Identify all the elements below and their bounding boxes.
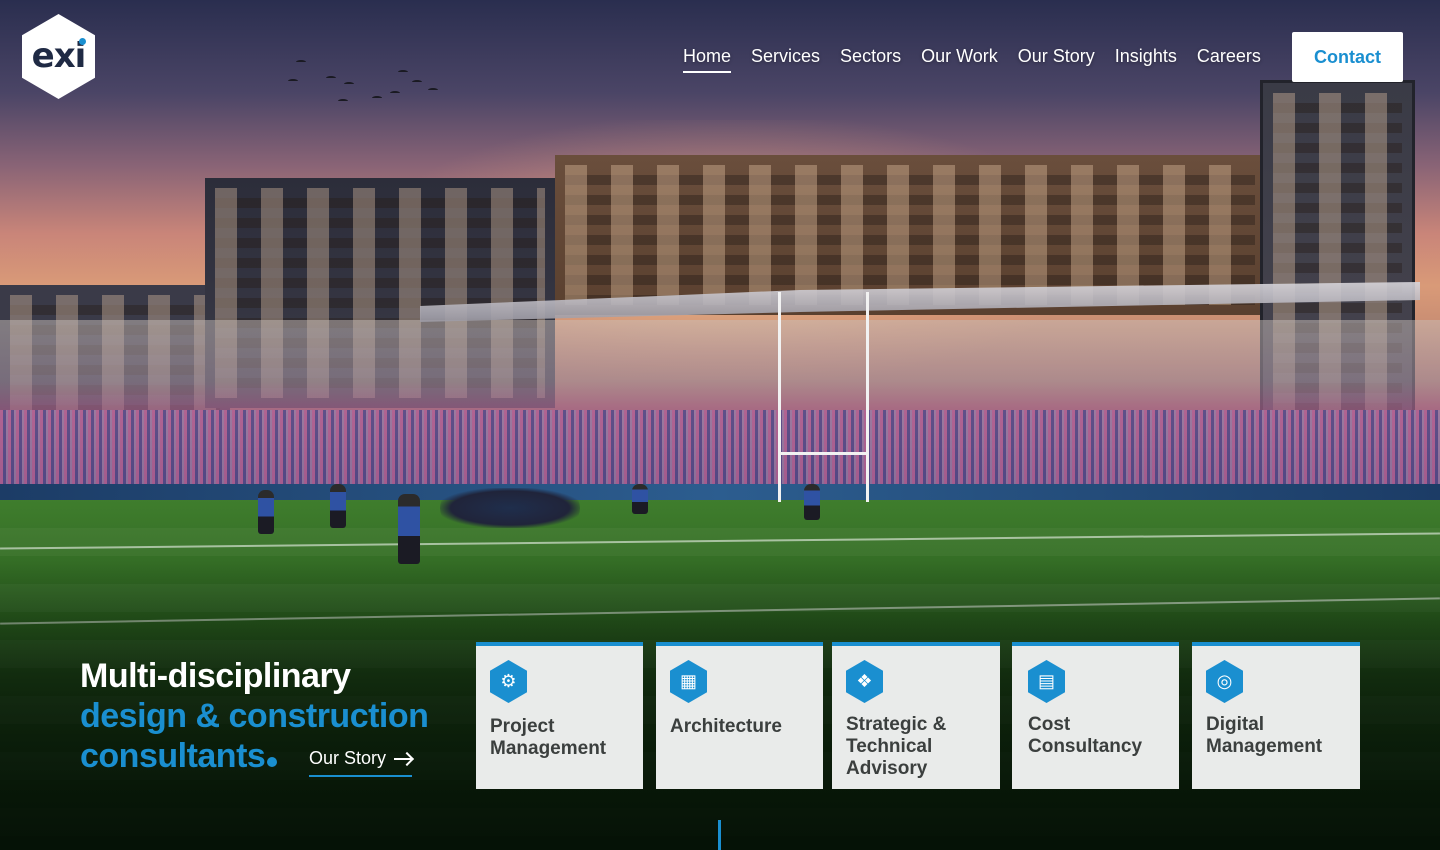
bird-icon bbox=[338, 99, 348, 103]
our-story-label: Our Story bbox=[309, 748, 387, 768]
nav-careers[interactable]: Careers bbox=[1197, 46, 1261, 73]
scrum bbox=[440, 488, 580, 528]
service-card-project-management[interactable]: ⚙ Project Management bbox=[476, 642, 643, 789]
bird-icon bbox=[412, 80, 422, 84]
scroll-down-indicator[interactable] bbox=[718, 820, 721, 850]
logo-dot bbox=[79, 38, 86, 45]
contact-button[interactable]: Contact bbox=[1292, 32, 1403, 82]
bird-icon bbox=[428, 88, 438, 92]
headline-line-2: design & construction bbox=[80, 697, 429, 735]
service-card-digital-management[interactable]: ◎ Digital Management bbox=[1192, 642, 1360, 789]
player bbox=[258, 490, 274, 534]
card-label: Architecture bbox=[670, 716, 782, 737]
player bbox=[398, 494, 420, 564]
service-card-architecture[interactable]: ▦ Architecture bbox=[656, 642, 823, 789]
crowd bbox=[0, 410, 1440, 490]
puzzle-icon: ❖ bbox=[846, 660, 883, 703]
nav-our-work[interactable]: Our Work bbox=[921, 46, 998, 73]
goal-post bbox=[778, 292, 781, 502]
globe-icon: ◎ bbox=[1206, 660, 1243, 703]
main-nav: Home Services Sectors Our Work Our Story… bbox=[683, 46, 1281, 73]
goal-crossbar bbox=[778, 452, 869, 455]
bird-icon bbox=[390, 91, 400, 95]
bird-icon bbox=[326, 76, 336, 80]
goal-post bbox=[866, 292, 869, 502]
nav-services[interactable]: Services bbox=[751, 46, 820, 73]
cubes-icon: ▦ bbox=[670, 660, 707, 703]
nav-insights[interactable]: Insights bbox=[1115, 46, 1177, 73]
bird-icon bbox=[372, 96, 382, 100]
card-label: Strategic & Technical Advisory bbox=[846, 714, 947, 779]
player bbox=[632, 484, 648, 514]
card-label: Cost Consultancy bbox=[1028, 714, 1143, 757]
headline-line-1: Multi-disciplinary bbox=[80, 657, 351, 695]
card-label: Digital Management bbox=[1206, 714, 1323, 757]
bird-icon bbox=[344, 82, 354, 86]
player bbox=[804, 484, 820, 520]
accent-dot bbox=[267, 757, 278, 767]
player bbox=[330, 484, 346, 528]
nav-home[interactable]: Home bbox=[683, 46, 732, 73]
bird-icon bbox=[398, 70, 408, 74]
card-label: Project Management bbox=[490, 716, 607, 759]
our-story-link[interactable]: Our Story bbox=[309, 748, 413, 777]
chart-icon: ▤ bbox=[1028, 660, 1065, 703]
service-card-cost-consultancy[interactable]: ▤ Cost Consultancy bbox=[1012, 642, 1179, 789]
nav-our-story[interactable]: Our Story bbox=[1018, 46, 1095, 73]
gear-clock-icon: ⚙ bbox=[490, 660, 527, 703]
bird-icon bbox=[288, 79, 298, 83]
nav-sectors[interactable]: Sectors bbox=[840, 46, 901, 73]
service-card-strategic-technical-advisory[interactable]: ❖ Strategic & Technical Advisory bbox=[832, 642, 1000, 789]
arrow-right-icon bbox=[394, 757, 413, 760]
exi-logo[interactable]: exi bbox=[22, 14, 95, 99]
bird-icon bbox=[296, 60, 306, 64]
